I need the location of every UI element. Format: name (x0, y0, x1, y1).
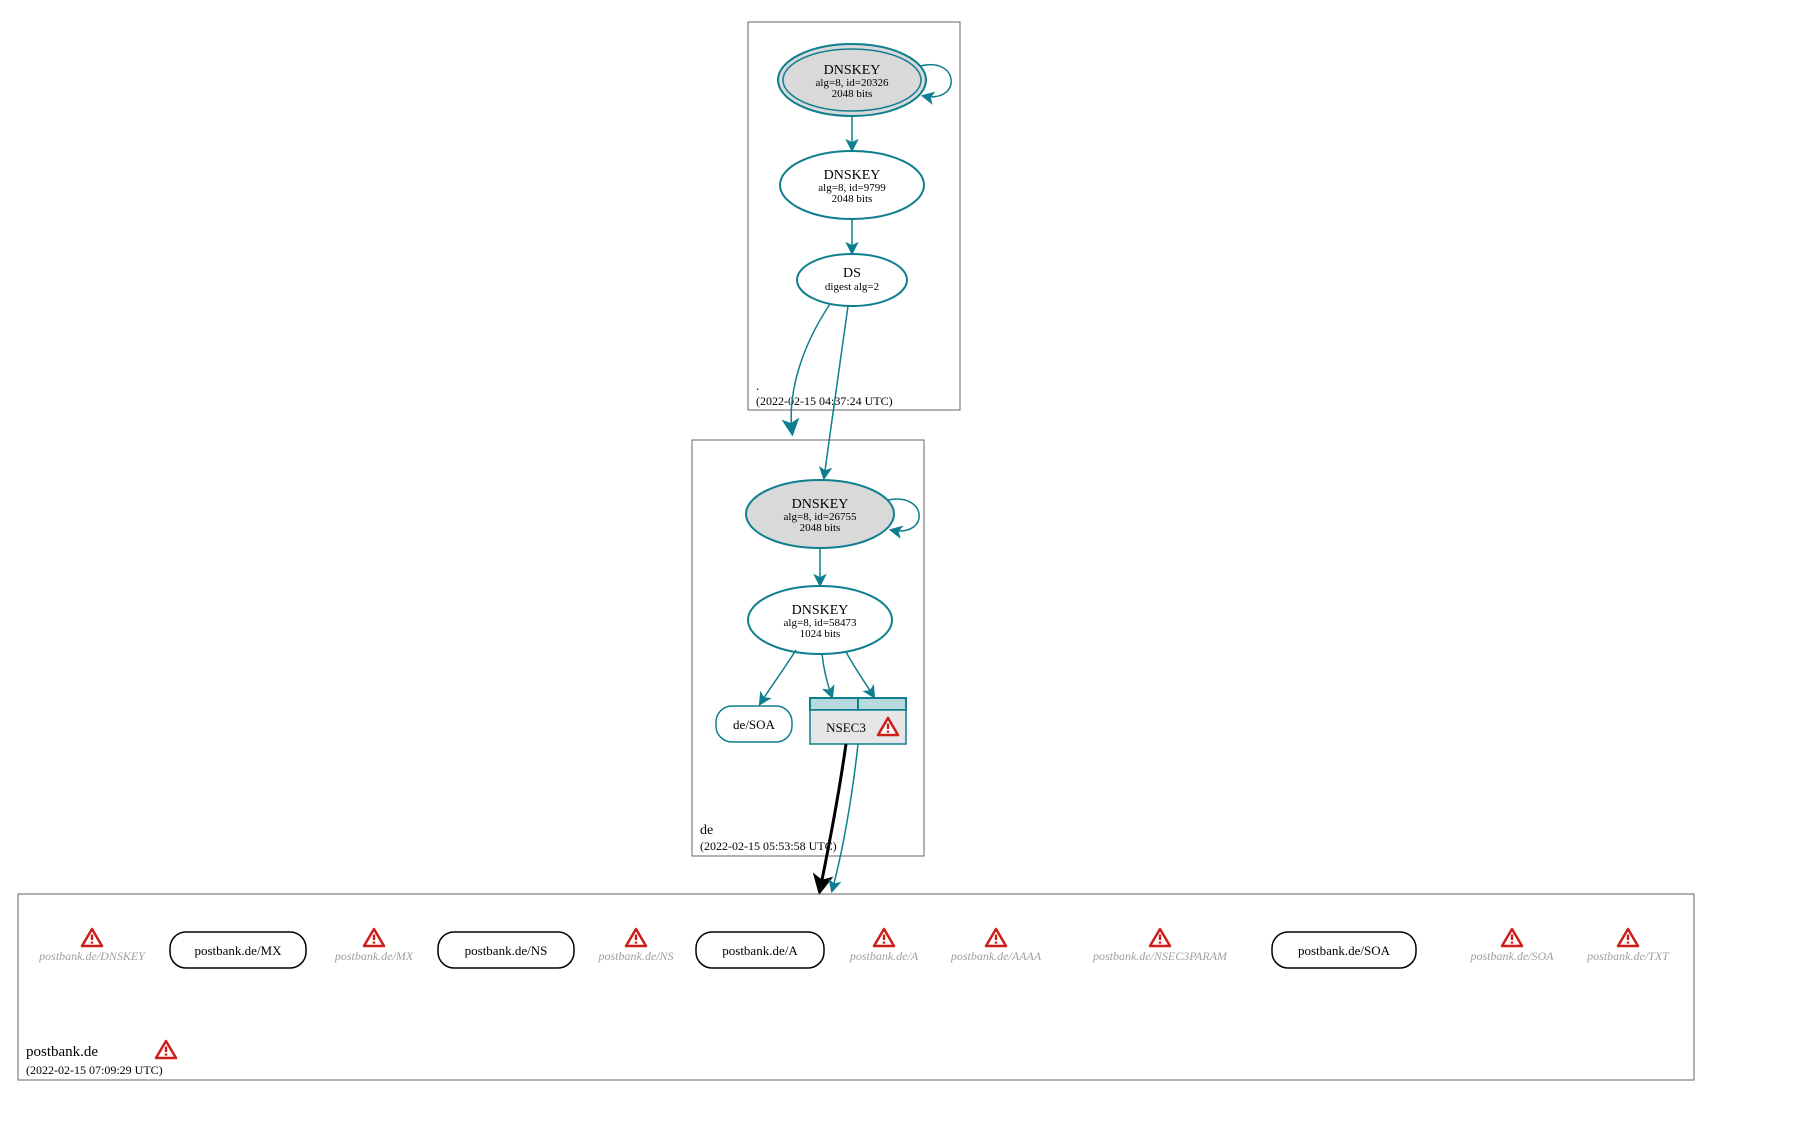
rr-node-label: postbank.de/A (722, 943, 798, 958)
warning-icon (986, 929, 1006, 946)
svg-text:de/SOA: de/SOA (733, 717, 776, 732)
node-root-ds: DS digest alg=2 (797, 254, 907, 306)
zone-de: de (2022-02-15 05:53:58 UTC) DNSKEY alg=… (692, 440, 924, 856)
zone-postbank-timestamp: (2022-02-15 07:09:29 UTC) (26, 1063, 163, 1077)
ghost-node-label: postbank.de/AAAA (950, 949, 1042, 963)
warning-icon (1618, 929, 1638, 946)
zone-de-title: de (700, 823, 713, 838)
ghost-node-label: postbank.de/SOA (1470, 949, 1555, 963)
svg-text:2048 bits: 2048 bits (832, 88, 873, 100)
dnssec-graph: . (2022-02-15 04:37:24 UTC) DNSKEY alg=8… (0, 0, 1803, 1121)
zone-root-title: . (756, 378, 759, 393)
warning-icon (82, 929, 102, 946)
node-de-nsec3: NSEC3 (810, 698, 906, 744)
node-de-soa: de/SOA (716, 706, 792, 742)
zone-postbank: postbank.de (2022-02-15 07:09:29 UTC) po… (18, 894, 1694, 1080)
edge-de-zsk-to-nsec3-a (822, 654, 832, 697)
edge-de-zsk-to-nsec3-b (846, 652, 874, 697)
zone-root: . (2022-02-15 04:37:24 UTC) DNSKEY alg=8… (748, 22, 960, 410)
rr-node-label: postbank.de/NS (465, 943, 548, 958)
warning-icon (1502, 929, 1522, 946)
edge-root-ds-to-de-ksk (824, 306, 848, 478)
node-de-dnskey-zsk: DNSKEY alg=8, id=58473 1024 bits (748, 586, 892, 654)
svg-text:digest alg=2: digest alg=2 (825, 281, 879, 293)
rr-node-label: postbank.de/MX (194, 943, 282, 958)
node-root-dnskey-zsk: DNSKEY alg=8, id=9799 2048 bits (780, 151, 924, 219)
edge-de-nsec3-to-postbank-teal (832, 744, 858, 891)
ghost-node-label: postbank.de/TXT (1586, 949, 1670, 963)
edge-de-zsk-to-soa (760, 650, 796, 704)
warning-icon (626, 929, 646, 946)
svg-text:2048 bits: 2048 bits (832, 193, 873, 205)
zone-root-timestamp: (2022-02-15 04:37:24 UTC) (756, 394, 893, 408)
edge-de-to-postbank-black (820, 744, 846, 890)
svg-text:2048 bits: 2048 bits (800, 522, 841, 534)
svg-text:DNSKEY: DNSKEY (792, 603, 849, 618)
warning-icon (156, 1041, 176, 1058)
rr-node-label: postbank.de/SOA (1298, 943, 1391, 958)
node-de-dnskey-ksk: DNSKEY alg=8, id=26755 2048 bits (746, 480, 894, 548)
ghost-node-label: postbank.de/DNSKEY (38, 949, 146, 963)
ghost-node-label: postbank.de/MX (334, 949, 414, 963)
zone-de-timestamp: (2022-02-15 05:53:58 UTC) (700, 839, 837, 853)
zone-postbank-title: postbank.de (26, 1044, 98, 1060)
svg-text:DNSKEY: DNSKEY (792, 497, 849, 512)
postbank-row: postbank.de/DNSKEY postbank.de/MX postbank… (38, 929, 1670, 968)
ghost-node-label: postbank.de/A (849, 949, 919, 963)
node-root-dnskey-ksk: DNSKEY alg=8, id=20326 2048 bits (778, 44, 926, 116)
edge-root-to-de-thick (791, 304, 830, 432)
warning-icon (364, 929, 384, 946)
ghost-node-label: postbank.de/NS (598, 949, 674, 963)
svg-text:DNSKEY: DNSKEY (824, 63, 881, 78)
warning-icon (874, 929, 894, 946)
ghost-node-label: postbank.de/NSEC3PARAM (1092, 949, 1228, 963)
svg-text:DNSKEY: DNSKEY (824, 168, 881, 183)
svg-text:DS: DS (843, 266, 861, 281)
warning-icon (1150, 929, 1170, 946)
svg-text:NSEC3: NSEC3 (826, 720, 866, 735)
svg-text:1024 bits: 1024 bits (800, 628, 841, 640)
